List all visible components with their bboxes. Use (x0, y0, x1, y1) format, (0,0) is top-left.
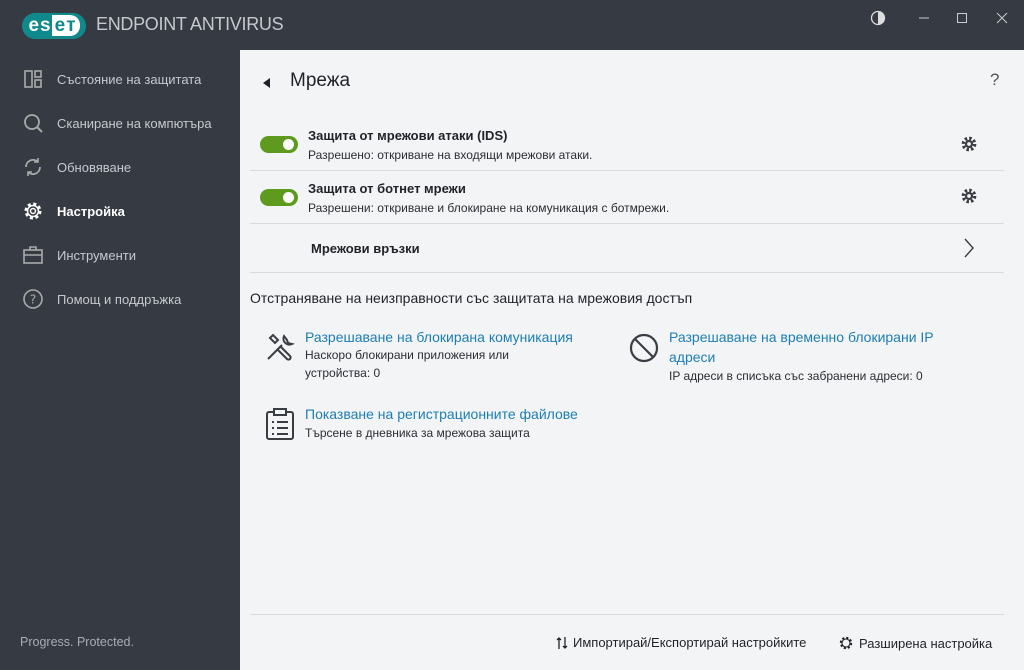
clipboard-list-icon (266, 408, 294, 440)
ids-toggle[interactable] (260, 136, 298, 153)
sidebar-item-computer-scan[interactable]: Сканиране на компютъра (22, 110, 212, 136)
status-label: Разрешени: (308, 201, 374, 215)
main-panel: Мрежа ? Защита от мрежови атаки (IDS) Ра… (240, 50, 1024, 670)
description-text: откриване и блокиране на комуникация с б… (373, 201, 670, 215)
refresh-icon (25, 158, 41, 176)
search-icon (24, 114, 43, 133)
chevron-right-icon (964, 238, 974, 258)
log-search-text: Търсене в дневника за мрежова защита (305, 426, 530, 440)
network-connections-label: Мрежови връзки (311, 241, 420, 256)
gear-icon (839, 636, 853, 650)
gear-icon[interactable] (960, 135, 978, 153)
sidebar-item-help[interactable]: ? Помощ и поддръжка (22, 286, 181, 312)
import-export-label: Импортирай/Експортирай настройките (573, 635, 807, 650)
row-description: Разрешени: откриване и блокиране на кому… (308, 201, 669, 215)
row-title: Защита от мрежови атаки (IDS) (308, 128, 508, 143)
sidebar-item-protection-status[interactable]: Състояние на защитата (22, 66, 201, 92)
status-label: Разрешено: (308, 148, 374, 162)
sidebar: Състояние на защитата Сканиране на компю… (0, 50, 240, 670)
allow-blocked-ip-link[interactable]: Разрешаване на временно блокирани IP адре… (669, 327, 934, 367)
blacklisted-ip-count: IP адреси в списъка със забранени адреси… (669, 369, 923, 383)
troubleshooting-heading: Отстраняване на неизправности със защита… (250, 290, 693, 306)
botnet-row: Защита от ботнет мрежи Разрешени: открив… (250, 171, 1004, 224)
allow-blocked-communication-link[interactable]: Разрешаване на блокирана комуникация (305, 327, 573, 347)
import-export-button[interactable]: Импортирай/Експортирай настройките (556, 635, 806, 650)
theme-toggle-icon[interactable] (866, 8, 890, 28)
sidebar-item-tools[interactable]: Инструменти (22, 242, 136, 268)
help-icon: ? (23, 289, 43, 309)
row-description: Разрешено: откриване на входящи мрежови … (308, 148, 592, 162)
eset-logo: es eт (22, 13, 86, 39)
sidebar-item-update[interactable]: Обновяване (22, 154, 131, 180)
title-bar: es eт ENDPOINT ANTIVIRUS (0, 0, 1024, 50)
blocked-devices-count: устройства: 0 (305, 366, 381, 380)
ids-row: Защита от мрежови атаки (IDS) Разрешено:… (250, 120, 1004, 171)
tagline: Progress. Protected. (20, 635, 134, 649)
back-arrow-icon[interactable] (263, 75, 271, 93)
row-title: Защита от ботнет мрежи (308, 181, 466, 196)
tools-icon (267, 333, 295, 361)
network-connections-row[interactable]: Мрежови връзки (250, 224, 1004, 273)
show-log-files-link[interactable]: Показване на регистрационните файлове (305, 404, 578, 424)
page-title: Мрежа (290, 70, 351, 91)
sidebar-item-setup[interactable]: Настройка (22, 198, 125, 224)
footer-divider (250, 614, 1004, 615)
svg-text:?: ? (30, 293, 36, 307)
briefcase-icon (23, 246, 43, 264)
import-export-icon (556, 636, 568, 649)
link-line-1: Разрешаване на временно блокирани IP (669, 329, 934, 345)
maximize-button[interactable] (950, 8, 974, 28)
help-button[interactable]: ? (990, 70, 999, 90)
dashboard-icon (24, 70, 42, 88)
advanced-setup-label: Разширена настройка (859, 635, 993, 651)
gear-icon (24, 202, 42, 220)
advanced-setup-button[interactable]: Разширена настройка (838, 635, 992, 651)
minimize-button[interactable] (912, 8, 936, 28)
product-name: ENDPOINT ANTIVIRUS (96, 14, 284, 34)
description-text: откриване на входящи мрежови атаки. (373, 148, 593, 162)
blocked-apps-text: Наскоро блокирани приложения или (305, 348, 510, 362)
gear-icon[interactable] (960, 187, 978, 205)
close-button[interactable] (990, 8, 1014, 28)
link-line-2: адреси (669, 349, 716, 365)
botnet-toggle[interactable] (260, 189, 298, 206)
block-icon (629, 333, 659, 363)
